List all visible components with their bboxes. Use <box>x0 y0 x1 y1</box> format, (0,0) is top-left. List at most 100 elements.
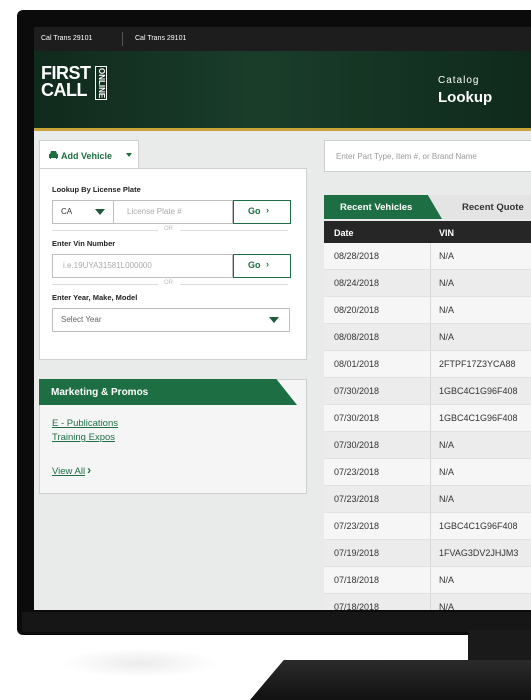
row-date: 07/30/2018 <box>334 413 380 423</box>
row-date: 07/23/2018 <box>334 467 380 477</box>
year-select[interactable]: Select Year <box>52 308 290 332</box>
column-divider <box>430 243 431 269</box>
account-link-2[interactable]: Cal Trans 29101 <box>135 35 186 42</box>
go-label: Go <box>248 206 261 216</box>
row-vin: 1FVAG3DV2JHJM3 <box>439 548 519 558</box>
e-publications-link[interactable]: E - Publications <box>52 418 118 429</box>
background-smudge <box>60 648 220 678</box>
table-row[interactable]: 07/18/2018 N/A <box>324 594 531 610</box>
table-row[interactable]: 07/30/2018 1GBC4C1G96F408 <box>324 378 531 405</box>
row-vin: N/A <box>439 467 455 477</box>
column-divider <box>430 486 431 512</box>
table-row[interactable]: 07/30/2018 1GBC4C1G96F408 <box>324 405 531 432</box>
or-divider-left <box>52 284 158 285</box>
table-row[interactable]: 07/23/2018 1GBC4C1G96F408 <box>324 513 531 540</box>
plate-placeholder: License Plate # <box>127 207 182 216</box>
state-value: CA <box>61 207 73 216</box>
row-date: 08/08/2018 <box>334 332 380 342</box>
part-search-input[interactable]: Enter Part Type, Item #, or Brand Name <box>324 140 531 172</box>
column-header-date[interactable]: Date <box>334 228 354 238</box>
table-row[interactable]: 07/18/2018 N/A <box>324 567 531 594</box>
year-placeholder: Select Year <box>61 315 102 324</box>
tab-recent-vehicles-label: Recent Vehicles <box>340 202 413 213</box>
column-divider <box>430 594 431 610</box>
column-divider <box>430 270 431 296</box>
chevron-down-icon <box>269 317 279 323</box>
table-row[interactable]: 08/24/2018 N/A <box>324 270 531 297</box>
license-plate-input[interactable]: License Plate # <box>113 200 233 224</box>
row-vin: N/A <box>439 332 455 342</box>
row-date: 07/30/2018 <box>334 440 380 450</box>
vin-label: Enter Vin Number <box>52 239 116 248</box>
table-row[interactable]: 07/30/2018 N/A <box>324 432 531 459</box>
marketing-title: Marketing & Promos <box>51 387 149 398</box>
logo-line-call: CALL <box>41 80 87 100</box>
chevron-down-icon <box>126 153 132 157</box>
tab-recent-vehicles[interactable]: Recent Vehicles <box>324 195 442 219</box>
vehicle-lookup-form: Lookup By License Plate CA License Plate… <box>39 168 307 360</box>
column-divider <box>430 297 431 323</box>
vin-placeholder: i.e.19UYA31581L000000 <box>63 261 152 270</box>
marketing-header: Marketing & Promos <box>39 379 297 405</box>
screen: Cal Trans 29101 Cal Trans 29101 FIRST CA… <box>34 27 531 610</box>
row-vin: N/A <box>439 602 455 610</box>
column-divider <box>430 378 431 404</box>
training-expos-link[interactable]: Training Expos <box>52 432 115 443</box>
first-call-logo[interactable]: FIRST CALL ONLINE <box>41 64 107 101</box>
account-link-1[interactable]: Cal Trans 29101 <box>41 35 92 42</box>
row-date: 07/18/2018 <box>334 575 380 585</box>
column-header-vin[interactable]: VIN <box>439 228 454 238</box>
add-vehicle-tab[interactable]: Add Vehicle <box>39 140 139 169</box>
tab-recent-quotes[interactable]: Recent Quote <box>424 195 531 219</box>
table-row[interactable]: 07/19/2018 1FVAG3DV2JHJM3 <box>324 540 531 567</box>
view-all-link[interactable]: View All › <box>52 463 91 477</box>
row-vin: N/A <box>439 251 455 261</box>
vin-go-button[interactable]: Go › <box>233 254 291 278</box>
row-date: 07/19/2018 <box>334 548 380 558</box>
row-date: 08/20/2018 <box>334 305 380 315</box>
table-header: Date VIN <box>324 221 531 243</box>
table-row[interactable]: 08/01/2018 2FTPF17Z3YCA88 <box>324 351 531 378</box>
chevron-right-icon: › <box>87 463 92 477</box>
row-vin: N/A <box>439 440 455 450</box>
recent-tabs: Recent Quote Recent Vehicles <box>324 195 531 219</box>
add-vehicle-label: Add Vehicle <box>61 151 113 161</box>
row-date: 08/28/2018 <box>334 251 380 261</box>
chevron-down-icon <box>95 209 105 215</box>
row-date: 07/30/2018 <box>334 386 380 396</box>
table-row[interactable]: 08/20/2018 N/A <box>324 297 531 324</box>
table-row[interactable]: 08/08/2018 N/A <box>324 324 531 351</box>
table-row[interactable]: 07/23/2018 N/A <box>324 459 531 486</box>
account-bar: Cal Trans 29101 Cal Trans 29101 <box>34 27 531 51</box>
row-date: 08/24/2018 <box>334 278 380 288</box>
table-row[interactable]: 08/28/2018 N/A <box>324 243 531 270</box>
monitor-chin <box>22 612 531 632</box>
plate-label: Lookup By License Plate <box>52 185 141 194</box>
row-date: 07/23/2018 <box>334 521 380 531</box>
row-vin: N/A <box>439 305 455 315</box>
car-icon <box>49 151 58 159</box>
row-vin: 1GBC4C1G96F408 <box>439 413 518 423</box>
vin-input[interactable]: i.e.19UYA31581L000000 <box>52 254 233 278</box>
column-divider <box>430 324 431 350</box>
row-vin: N/A <box>439 278 455 288</box>
plate-go-button[interactable]: Go › <box>233 200 291 224</box>
row-vin: 1GBC4C1G96F408 <box>439 386 518 396</box>
or-divider-left <box>52 230 158 231</box>
table-row[interactable]: 07/23/2018 N/A <box>324 486 531 513</box>
column-divider <box>430 351 431 377</box>
monitor-stand <box>250 660 531 700</box>
or-text: OR <box>164 280 173 286</box>
header-lookup: Lookup <box>438 89 493 106</box>
column-divider <box>430 432 431 458</box>
column-divider <box>430 513 431 539</box>
account-separator <box>122 32 123 46</box>
state-select[interactable]: CA <box>52 200 114 224</box>
row-vin: 1GBC4C1G96F408 <box>439 521 518 531</box>
column-divider <box>430 540 431 566</box>
or-divider-right <box>180 230 288 231</box>
chevron-right-icon: › <box>266 205 269 215</box>
or-text: OR <box>164 226 173 232</box>
row-vin: 2FTPF17Z3YCA88 <box>439 359 516 369</box>
row-vin: N/A <box>439 494 455 504</box>
